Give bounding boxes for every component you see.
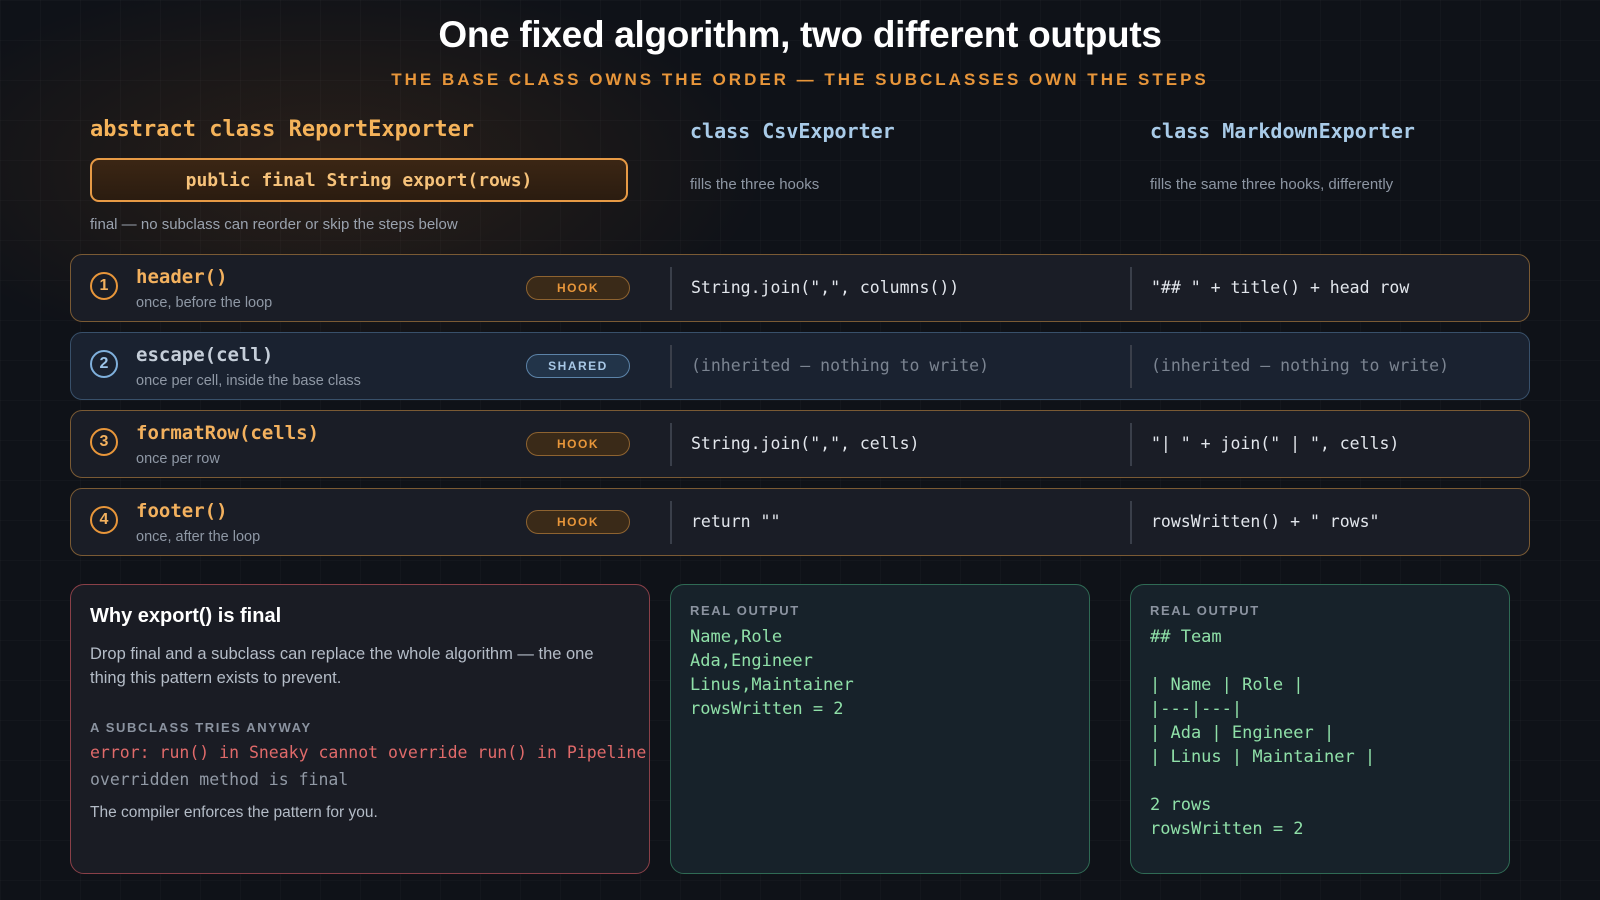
hook-badge: HOOK xyxy=(526,432,630,456)
step-number-badge: 3 xyxy=(90,428,118,456)
step-method-name: escape(cell) xyxy=(136,344,274,366)
step-row-header: 1 header() once, before the loop HOOK St… xyxy=(70,254,1530,322)
markdown-implementation: "| " + join(" | ", cells) xyxy=(1151,434,1400,453)
markdown-implementation: (inherited — nothing to write) xyxy=(1151,356,1450,375)
step-method-name: formatRow(cells) xyxy=(136,422,320,444)
step-row-footer: 4 footer() once, after the loop HOOK ret… xyxy=(70,488,1530,556)
column-divider xyxy=(1130,345,1132,388)
csv-output-label: REAL OUTPUT xyxy=(690,603,800,618)
page-subtitle: THE BASE CLASS OWNS THE ORDER — THE SUBC… xyxy=(391,70,1209,89)
shared-badge: SHARED xyxy=(526,354,630,378)
why-final-body: Drop final and a subclass can replace th… xyxy=(90,645,594,687)
hook-badge: HOOK xyxy=(526,510,630,534)
markdown-output-panel: REAL OUTPUT ## Team | Name | Role | |---… xyxy=(1130,584,1510,874)
compiler-error-line: error: run() in Sneaky cannot override r… xyxy=(90,743,647,762)
subclass-attempt-heading: A SUBCLASS TRIES ANYWAY xyxy=(90,720,312,735)
csv-implementation: String.join(",", cells) xyxy=(691,434,920,453)
column-divider xyxy=(1130,267,1132,310)
step-number-badge: 1 xyxy=(90,272,118,300)
export-method-signature: public final String export(rows) xyxy=(90,158,628,202)
column-divider xyxy=(1130,501,1132,544)
why-final-panel: Why export() is final Drop final and a s… xyxy=(70,584,650,874)
markdown-column-note: fills the same three hooks, differently xyxy=(1150,176,1394,193)
step-number-badge: 2 xyxy=(90,350,118,378)
csv-implementation: String.join(",", columns()) xyxy=(691,278,960,297)
csv-implementation: return "" xyxy=(691,512,781,531)
step-method-name: footer() xyxy=(136,500,228,522)
compiler-error-detail: overridden method is final xyxy=(90,770,349,789)
step-row-format-row: 3 formatRow(cells) once per row HOOK Str… xyxy=(70,410,1530,478)
csv-implementation: (inherited — nothing to write) xyxy=(691,356,990,375)
base-class-title: abstract class ReportExporter xyxy=(90,117,475,142)
markdown-output-text: ## Team | Name | Role | |---|---| | Ada … xyxy=(1150,627,1376,839)
column-divider xyxy=(1130,423,1132,466)
step-method-name: header() xyxy=(136,266,228,288)
markdown-output-label: REAL OUTPUT xyxy=(1150,603,1260,618)
step-row-escape: 2 escape(cell) once per cell, inside the… xyxy=(70,332,1530,400)
step-description: once, before the loop xyxy=(136,295,273,311)
final-note: final — no subclass can reorder or skip … xyxy=(90,216,458,233)
csv-output-panel: REAL OUTPUT Name,Role Ada,Engineer Linus… xyxy=(670,584,1090,874)
step-description: once per row xyxy=(136,451,220,467)
csv-column-note: fills the three hooks xyxy=(690,176,820,193)
step-number-badge: 4 xyxy=(90,506,118,534)
column-divider xyxy=(670,423,672,466)
page-title: One fixed algorithm, two different outpu… xyxy=(438,14,1162,55)
markdown-implementation: rowsWritten() + " rows" xyxy=(1151,512,1380,531)
why-final-title: Why export() is final xyxy=(90,605,282,627)
hook-badge: HOOK xyxy=(526,276,630,300)
column-divider xyxy=(670,267,672,310)
csv-class-title: class CsvExporter xyxy=(690,119,895,143)
step-description: once per cell, inside the base class xyxy=(136,373,361,389)
markdown-implementation: "## " + title() + head row xyxy=(1151,278,1410,297)
column-divider xyxy=(670,345,672,388)
column-divider xyxy=(670,501,672,544)
step-description: once, after the loop xyxy=(136,529,261,545)
why-final-footer: The compiler enforces the pattern for yo… xyxy=(90,804,378,821)
markdown-class-title: class MarkdownExporter xyxy=(1150,119,1415,143)
csv-output-text: Name,Role Ada,Engineer Linus,Maintainer … xyxy=(690,627,854,719)
